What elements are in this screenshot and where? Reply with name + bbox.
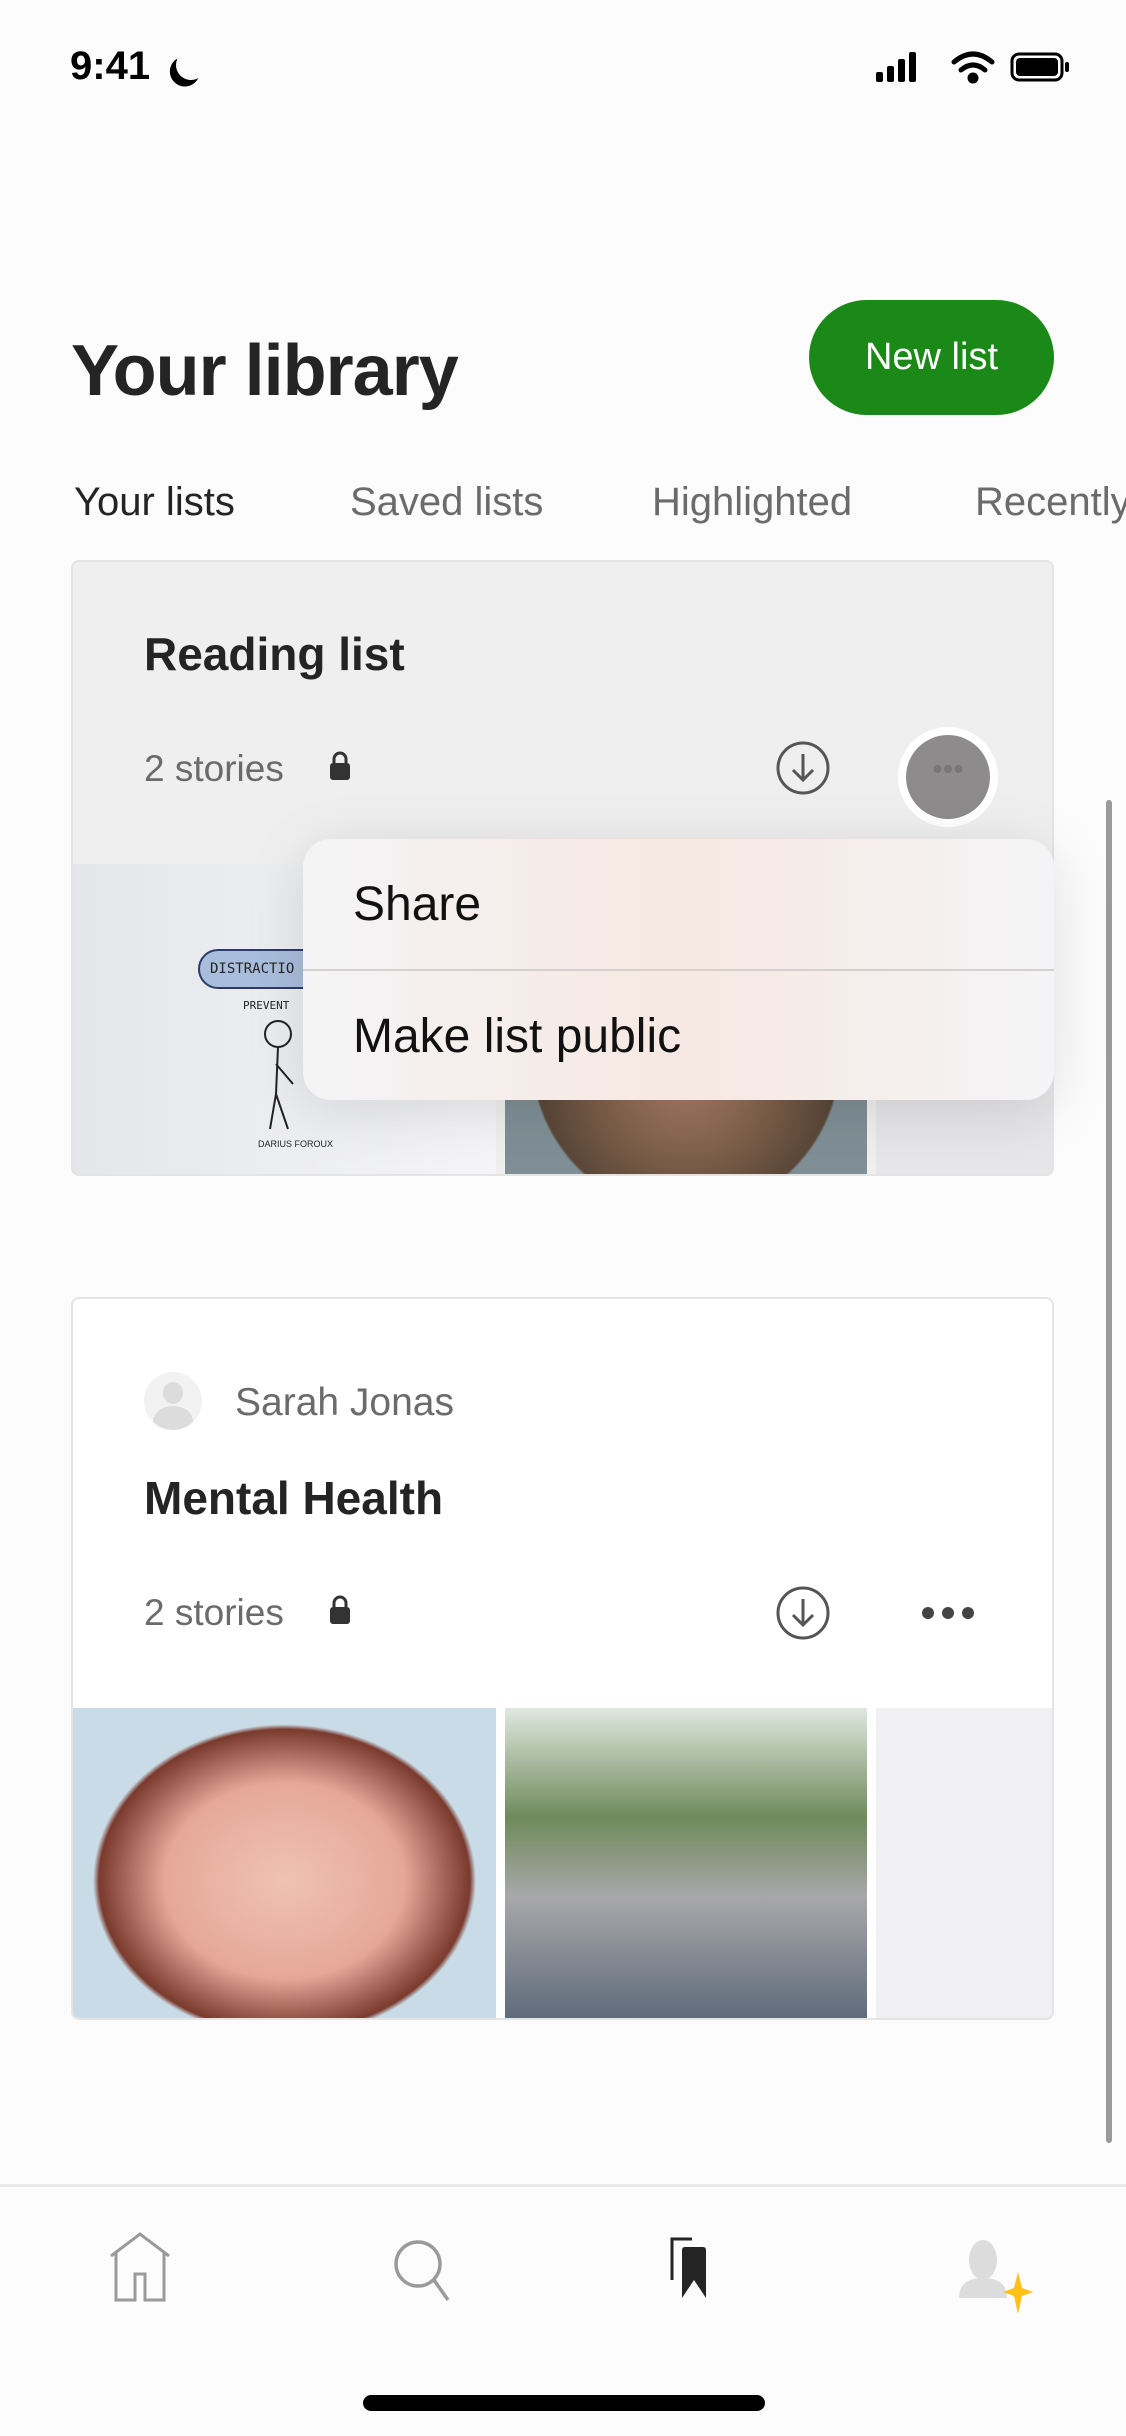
list-card-mental-health[interactable]: Sarah Jonas Mental Health 2 stories (71, 1297, 1054, 2020)
sparkle-icon (1003, 2272, 1033, 2314)
tab-highlighted[interactable]: Highlighted (652, 480, 852, 525)
story-count: 2 stories (144, 748, 284, 789)
stick-figure-drawing (264, 1020, 294, 1130)
search-icon[interactable] (392, 2238, 456, 2304)
thumbnail-text: PREVENT (243, 999, 290, 1012)
signal-icon (876, 52, 916, 82)
story-count: 2 stories (144, 1592, 284, 1633)
tab-recently[interactable]: Recently (975, 480, 1126, 525)
context-menu: Share Make list public (303, 839, 1054, 1100)
scrollbar[interactable] (1106, 800, 1112, 2143)
thumbnail-text: DARIUS FOROUX (258, 1139, 334, 1149)
more-icon: ••• (906, 735, 990, 819)
tabbar-divider (0, 2184, 1126, 2187)
story-thumbnail (876, 1708, 1052, 2018)
list-title: Mental Health (144, 1472, 444, 1524)
menu-item-share[interactable]: Share (303, 839, 1054, 969)
lock-icon (330, 751, 350, 780)
story-thumbnail (73, 1708, 496, 2018)
more-icon[interactable] (920, 1599, 976, 1627)
new-list-button[interactable]: New list (809, 300, 1054, 415)
home-indicator (363, 2395, 765, 2411)
home-icon[interactable] (108, 2232, 172, 2304)
download-icon[interactable] (775, 1585, 831, 1641)
moon-icon (172, 46, 210, 84)
more-button[interactable]: ••• (898, 727, 998, 827)
author-name[interactable]: Sarah Jonas (235, 1381, 454, 1425)
tab-your-lists[interactable]: Your lists (74, 480, 235, 525)
page-title: Your library (71, 331, 459, 411)
battery-icon (1010, 52, 1069, 82)
author-avatar (144, 1372, 202, 1430)
status-time: 9:41 (70, 44, 151, 88)
menu-item-make-public[interactable]: Make list public (303, 971, 1054, 1100)
status-icons (876, 51, 1069, 84)
story-thumbnail (505, 1708, 867, 2018)
list-title: Reading list (144, 628, 405, 680)
profile-icon[interactable] (955, 2238, 1035, 2318)
bookmarks-icon[interactable] (670, 2236, 730, 2302)
wifi-icon (951, 51, 995, 84)
lock-icon (330, 1595, 350, 1624)
tab-saved-lists[interactable]: Saved lists (350, 480, 543, 525)
download-icon[interactable] (775, 740, 831, 796)
